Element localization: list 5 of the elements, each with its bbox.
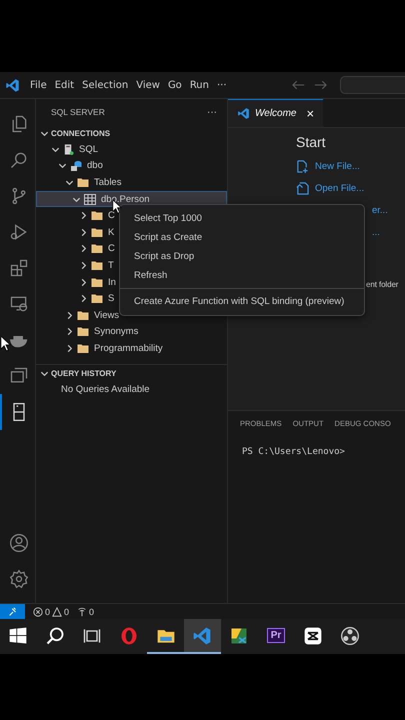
terminal-line: PS C:\Users\Lenovo> bbox=[241, 446, 346, 457]
recent-text: ent folder bbox=[366, 280, 398, 289]
sidebar-title: SQL SERVER bbox=[51, 107, 105, 117]
empty-message: No Queries Available bbox=[60, 383, 151, 395]
welcome-heading: Start bbox=[296, 134, 327, 150]
